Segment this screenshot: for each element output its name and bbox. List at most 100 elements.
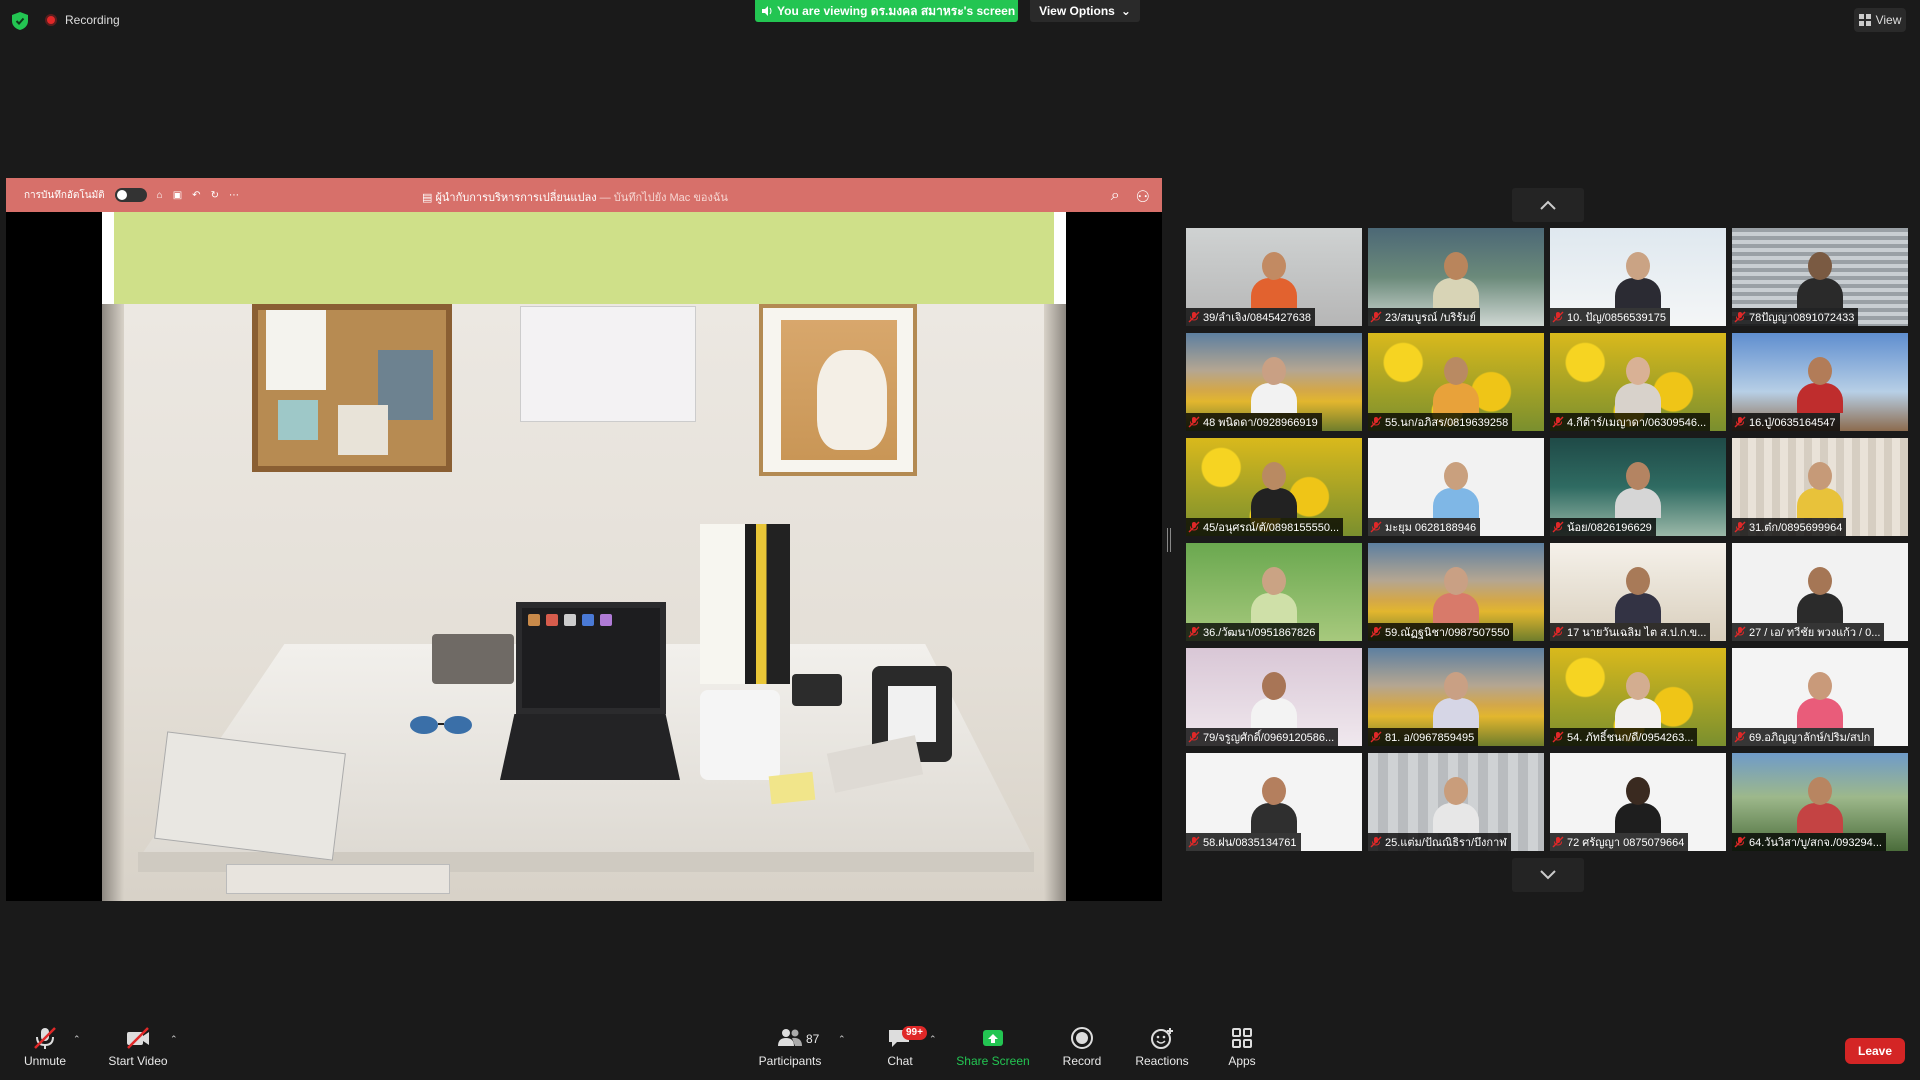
muted-mic-icon bbox=[1734, 626, 1746, 638]
participant-tile[interactable]: 79/จรูญศักดิ์/0969120586... bbox=[1186, 648, 1362, 746]
participant-name-tag: 45/อนุศรณ์/ตั/0898155550... bbox=[1186, 518, 1344, 536]
participant-tile[interactable]: มะยุม 0628188946 bbox=[1368, 438, 1544, 536]
muted-mic-icon bbox=[1734, 731, 1746, 743]
participant-tile[interactable]: 23/สมบูรณ์ /บริรัมย์ bbox=[1368, 228, 1544, 326]
viewing-screen-banner: You are viewing ดร.มงคล สมาหระ's screen bbox=[755, 0, 1018, 22]
participant-video bbox=[1615, 462, 1661, 518]
share-screen-button[interactable]: Share Screen bbox=[953, 1026, 1033, 1074]
gallery-page-up-button[interactable] bbox=[1512, 188, 1584, 222]
participant-tile[interactable]: 10. ปัญ/0856539175 bbox=[1550, 228, 1726, 326]
meeting-toolbar: Unmute ⌃ Start Video ⌃ Participants 87 ⌃… bbox=[0, 1016, 1920, 1080]
share-people-icon[interactable]: ⚇ bbox=[1136, 187, 1150, 207]
participant-name: 17 นายวันเฉลิม ไต ส.ป.ก.ข... bbox=[1567, 627, 1707, 639]
participant-tile[interactable]: 45/อนุศรณ์/ตั/0898155550... bbox=[1186, 438, 1362, 536]
redo-icon[interactable]: ↻ bbox=[211, 190, 219, 201]
slide-canvas bbox=[102, 212, 1066, 901]
apps-button[interactable]: Apps bbox=[1202, 1026, 1282, 1074]
video-off-icon bbox=[127, 1027, 149, 1049]
gallery-page-down-button[interactable] bbox=[1512, 858, 1584, 892]
muted-mic-icon bbox=[1370, 626, 1382, 638]
muted-mic-icon bbox=[1552, 311, 1564, 323]
participant-tile[interactable]: 39/ลำเจิง/0845427638 bbox=[1186, 228, 1362, 326]
participant-video bbox=[1433, 357, 1479, 413]
participant-name: มะยุม 0628188946 bbox=[1385, 522, 1477, 534]
home-icon[interactable]: ⌂ bbox=[157, 190, 163, 201]
reactions-button[interactable]: Reactions bbox=[1122, 1026, 1202, 1074]
participant-tile[interactable]: 31.ต๋ก/0895699964 bbox=[1732, 438, 1908, 536]
participant-name: 31.ต๋ก/0895699964 bbox=[1749, 522, 1843, 534]
autosave-label: การบันทึกอัตโนมัติ bbox=[24, 189, 105, 201]
leave-button[interactable]: Leave bbox=[1845, 1038, 1905, 1064]
wall-calendar bbox=[520, 306, 696, 422]
participant-name-tag: 69.อภิญญาลักษ์/ปริม/สปก bbox=[1732, 728, 1875, 746]
muted-mic-icon bbox=[1734, 521, 1746, 533]
recording-label: Recording bbox=[65, 13, 120, 27]
participant-tile[interactable]: 78ปัญญา0891072433 bbox=[1732, 228, 1908, 326]
participant-tile[interactable]: 16.ปู่/0635164547 bbox=[1732, 333, 1908, 431]
participants-options-caret[interactable]: ⌃ bbox=[838, 1034, 848, 1044]
participant-tile[interactable]: 54. ภัทธิ์ชนก/ดี/0954263... bbox=[1550, 648, 1726, 746]
participant-name-tag: 55.นก/อภิสร/0819639258 bbox=[1368, 413, 1513, 431]
participant-tile[interactable]: 59.ณัฏฐนิชา/0987507550 bbox=[1368, 543, 1544, 641]
muted-mic-icon bbox=[1552, 836, 1564, 848]
participant-tile[interactable]: 17 นายวันเฉลิม ไต ส.ป.ก.ข... bbox=[1550, 543, 1726, 641]
record-button[interactable]: Record bbox=[1042, 1026, 1122, 1074]
security-shield-icon[interactable] bbox=[12, 12, 28, 30]
shared-screen[interactable]: การบันทึกอัตโนมัติ ⌂ ▣ ↶ ↻ ⋯ ▤ ผู้นำกับก… bbox=[6, 178, 1162, 901]
chat-options-caret[interactable]: ⌃ bbox=[929, 1034, 939, 1044]
banner-text: You are viewing ดร.มงคล สมาหระ's screen bbox=[777, 3, 1016, 18]
participants-label: Participants bbox=[758, 1054, 822, 1068]
photo-left-shade bbox=[102, 304, 124, 901]
participant-tile[interactable]: 81. อ/0967859495 bbox=[1368, 648, 1544, 746]
save-icon[interactable]: ▣ bbox=[173, 190, 182, 201]
more-icon[interactable]: ⋯ bbox=[229, 190, 239, 201]
muted-mic-icon bbox=[1188, 311, 1200, 323]
recording-dot-icon bbox=[45, 14, 57, 26]
participant-tile[interactable]: 48 พนิดดา/0928966919 bbox=[1186, 333, 1362, 431]
participant-name-tag: 59.ณัฏฐนิชา/0987507550 bbox=[1368, 623, 1514, 641]
autosave-toggle[interactable] bbox=[114, 188, 147, 202]
participant-tile[interactable]: 36./วัฒนา/0951867826 bbox=[1186, 543, 1362, 641]
participant-tile[interactable]: 64.วันวิสา/บู/สกจ./093294... bbox=[1732, 753, 1908, 851]
view-label: View bbox=[1875, 13, 1902, 27]
participant-name: 4.กีต้าร์/เมญาดา/06309546... bbox=[1567, 417, 1707, 429]
search-icon[interactable]: ⌕ bbox=[1111, 187, 1120, 207]
participant-tile[interactable]: 72 ศรัญญา 0875079664 bbox=[1550, 753, 1726, 851]
chat-button[interactable]: Chat bbox=[860, 1026, 940, 1074]
view-options-button[interactable]: View Options ⌄ bbox=[1030, 0, 1140, 22]
participant-tile[interactable]: 25.แต่ม/ปัณณิธิรา/บึงกาฬ bbox=[1368, 753, 1544, 851]
participant-name: 72 ศรัญญา 0875079664 bbox=[1567, 837, 1685, 849]
participants-icon bbox=[778, 1029, 802, 1046]
participant-tile[interactable]: 69.อภิญญาลักษ์/ปริม/สปก bbox=[1732, 648, 1908, 746]
participant-video bbox=[1615, 357, 1661, 413]
participant-video bbox=[1615, 777, 1661, 833]
panel-splitter-handle[interactable] bbox=[1167, 528, 1171, 552]
muted-mic-icon bbox=[1734, 311, 1746, 323]
muted-mic-icon bbox=[1370, 521, 1382, 533]
muted-mic-icon bbox=[1552, 731, 1564, 743]
video-options-caret[interactable]: ⌃ bbox=[170, 1034, 180, 1044]
participant-video bbox=[1615, 672, 1661, 728]
participant-video bbox=[1433, 462, 1479, 518]
muted-mic-icon bbox=[1370, 836, 1382, 848]
speaker-icon bbox=[762, 6, 772, 16]
participant-tile[interactable]: 4.กีต้าร์/เมญาดา/06309546... bbox=[1550, 333, 1726, 431]
participant-tile[interactable]: 58.ฝน/0835134761 bbox=[1186, 753, 1362, 851]
audio-options-caret[interactable]: ⌃ bbox=[73, 1034, 83, 1044]
participant-tile[interactable]: 27 / เอ/ ทวีชัย พวงแก้ว / 0... bbox=[1732, 543, 1908, 641]
document-title: ▤ ผู้นำกับการบริหารการเปลี่ยนแปลง — บันท… bbox=[422, 188, 728, 206]
view-button[interactable]: View bbox=[1854, 8, 1906, 32]
participant-name-tag: 78ปัญญา0891072433 bbox=[1732, 308, 1859, 326]
undo-icon[interactable]: ↶ bbox=[192, 190, 200, 201]
participant-gallery: 39/ลำเจิง/0845427638 23/สมบูรณ์ /บริรัมย์… bbox=[1186, 228, 1908, 851]
participant-tile[interactable]: น้อย/0826196629 bbox=[1550, 438, 1726, 536]
participant-name: 27 / เอ/ ทวีชัย พวงแก้ว / 0... bbox=[1749, 627, 1881, 639]
share-screen-label: Share Screen bbox=[956, 1054, 1030, 1068]
participant-name: 58.ฝน/0835134761 bbox=[1203, 837, 1297, 849]
recording-indicator[interactable]: Recording bbox=[45, 13, 120, 27]
start-video-button[interactable]: Start Video bbox=[98, 1026, 178, 1074]
participant-tile[interactable]: 55.นก/อภิสร/0819639258 bbox=[1368, 333, 1544, 431]
desk-clock bbox=[432, 634, 514, 684]
participant-name-tag: 79/จรูญศักดิ์/0969120586... bbox=[1186, 728, 1339, 746]
participant-name: 78ปัญญา0891072433 bbox=[1749, 312, 1855, 324]
